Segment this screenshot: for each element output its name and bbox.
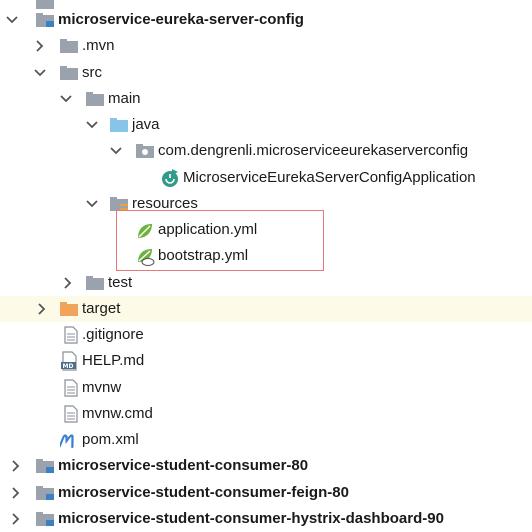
text-file-icon	[64, 379, 82, 397]
chevron-down-icon[interactable]	[110, 138, 122, 164]
tree-label-gitignore: .gitignore	[82, 326, 144, 343]
excluded-folder-icon	[60, 301, 78, 317]
highlight-box	[116, 210, 324, 271]
tree-row-java[interactable]: java	[0, 112, 532, 138]
tree-row-main[interactable]: main	[0, 86, 532, 112]
tree-row-test[interactable]: test	[0, 270, 532, 296]
source-folder-icon	[110, 117, 128, 133]
markdown-file-icon: MD	[60, 351, 80, 371]
tree-label-src: src	[82, 64, 102, 81]
module-folder-icon	[36, 12, 54, 28]
module-folder-icon	[36, 485, 54, 501]
tree-label-mvn: .mvn	[82, 37, 115, 54]
spring-boot-class-icon	[160, 168, 180, 188]
folder-icon	[60, 38, 78, 54]
maven-icon	[58, 430, 80, 450]
tree-row-root-module[interactable]: microservice-eureka-server-config	[0, 7, 532, 33]
tree-label-mvnw: mvnw	[82, 379, 122, 396]
tree-label-root-module: microservice-eureka-server-config	[58, 11, 304, 28]
tree-label-module-hystrix: microservice-student-consumer-hystrix-da…	[58, 510, 444, 527]
text-file-icon	[64, 405, 82, 423]
chevron-down-icon[interactable]	[86, 191, 98, 217]
tree-label-module-consumer: microservice-student-consumer-80	[58, 457, 309, 474]
tree-row-src[interactable]: src	[0, 60, 532, 86]
tree-label-pom-xml: pom.xml	[82, 431, 139, 448]
chevron-down-icon[interactable]	[34, 60, 46, 86]
tree-row-gitignore[interactable]: .gitignore	[0, 322, 532, 348]
tree-row-help-md[interactable]: MD HELP.md	[0, 348, 532, 374]
tree-row-mvnw[interactable]: mvnw	[0, 375, 532, 401]
chevron-down-icon[interactable]	[6, 7, 18, 33]
chevron-right-icon[interactable]	[34, 33, 46, 59]
chevron-down-icon[interactable]	[60, 86, 72, 112]
tree-label-target: target	[82, 300, 121, 317]
tree-label-test: test	[108, 274, 133, 291]
tree-row-pom-xml[interactable]: pom.xml	[0, 427, 532, 453]
tree-label-mvnw-cmd: mvnw.cmd	[82, 405, 153, 422]
folder-icon	[86, 275, 104, 291]
tree-label-app-class: MicroserviceEurekaServerConfigApplicatio…	[183, 169, 476, 186]
tree-row-module-consumer[interactable]: microservice-student-consumer-80	[0, 453, 532, 479]
text-file-icon	[64, 326, 82, 344]
chevron-down-icon[interactable]	[86, 112, 98, 138]
tree-row-module-hystrix[interactable]: microservice-student-consumer-hystrix-da…	[0, 506, 532, 532]
module-folder-icon	[36, 511, 54, 527]
module-folder-icon	[36, 458, 54, 474]
package-icon	[136, 143, 154, 159]
chevron-right-icon[interactable]	[10, 506, 22, 532]
tree-row-module-feign[interactable]: microservice-student-consumer-feign-80	[0, 480, 532, 506]
folder-icon	[86, 91, 104, 107]
chevron-right-icon[interactable]	[36, 296, 48, 322]
chevron-right-icon[interactable]	[10, 453, 22, 479]
tree-row-package[interactable]: com.dengrenli.microserviceeurekaserverco…	[0, 138, 532, 164]
tree-label-package: com.dengrenli.microserviceeurekaserverco…	[158, 142, 469, 159]
tree-label-help-md: HELP.md	[82, 352, 145, 369]
svg-text:MD: MD	[63, 363, 74, 370]
tree-label-module-feign: microservice-student-consumer-feign-80	[58, 484, 349, 501]
tree-row-target[interactable]: target	[0, 296, 532, 322]
folder-icon	[60, 65, 78, 81]
tree-row-mvnw-cmd[interactable]: mvnw.cmd	[0, 401, 532, 427]
tree-row-app-class[interactable]: MicroserviceEurekaServerConfigApplicatio…	[0, 165, 532, 191]
chevron-right-icon[interactable]	[10, 480, 22, 506]
tree-label-main: main	[108, 90, 141, 107]
tree-row-mvn[interactable]: .mvn	[0, 33, 532, 59]
tree-label-java: java	[132, 116, 160, 133]
chevron-right-icon[interactable]	[62, 270, 74, 296]
